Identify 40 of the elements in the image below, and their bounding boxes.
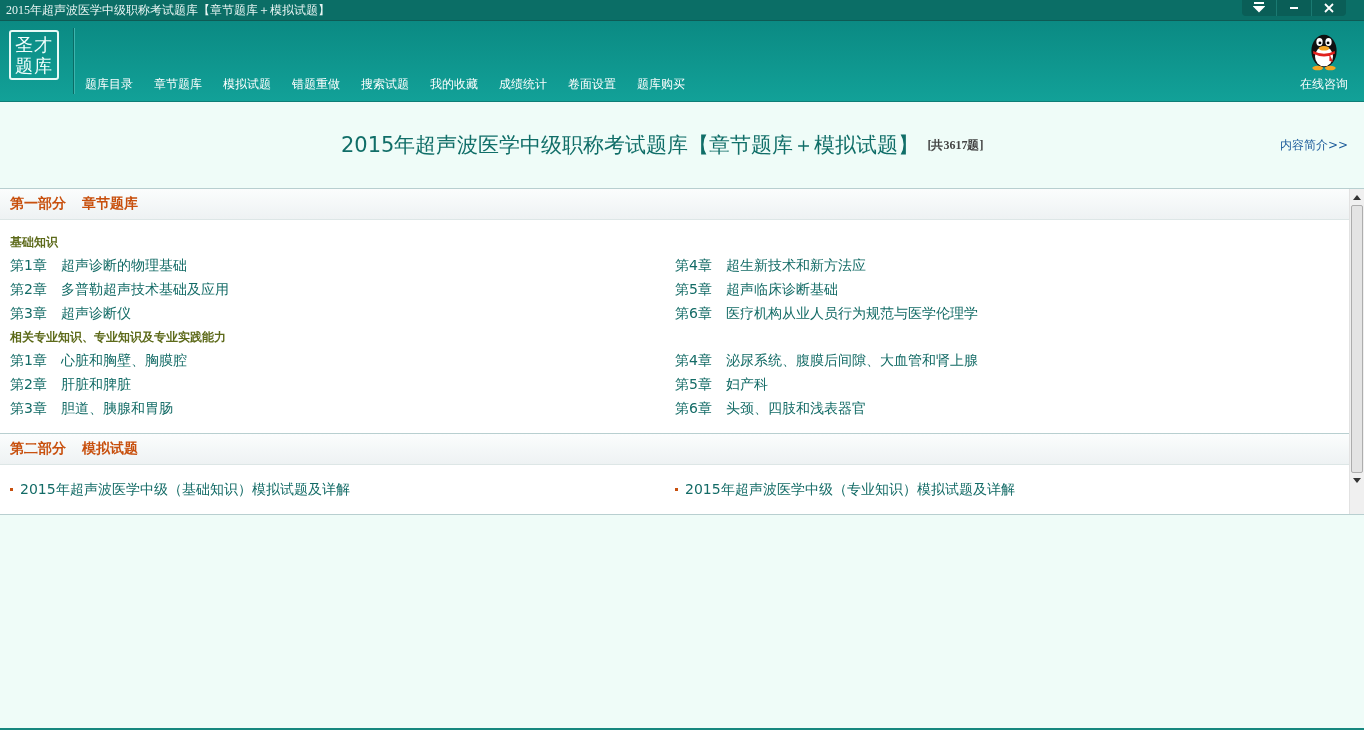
exam-link[interactable]: 2015年超声波医学中级（基础知识）模拟试题及详解 xyxy=(20,479,350,499)
chapter-link[interactable]: 第4章 超生新技术和新方法应 xyxy=(675,255,1349,275)
chapter-link[interactable]: 第4章 泌尿系统、腹膜后间隙、大血管和肾上腺 xyxy=(675,350,1349,370)
nav-item[interactable]: 题库目录 xyxy=(85,76,133,93)
chapter-link[interactable]: 第5章 妇产科 xyxy=(675,374,1349,394)
section-title: 章节题库 xyxy=(82,195,138,213)
nav-item[interactable]: 章节题库 xyxy=(154,76,202,93)
chapter-link[interactable]: 第3章 超声诊断仪 xyxy=(10,303,675,323)
exam-link[interactable]: 2015年超声波医学中级（专业知识）模拟试题及详解 xyxy=(685,479,1015,499)
section-part: 第一部分 xyxy=(10,195,66,213)
down-arrow-icon xyxy=(1353,478,1361,484)
logo-text: 圣才 xyxy=(15,33,53,55)
bullet-icon xyxy=(675,487,678,491)
group-heading: 相关专业知识、专业知识及专业实践能力 xyxy=(10,329,227,346)
intro-link[interactable]: 内容简介>> xyxy=(1279,136,1348,154)
nav-item[interactable]: 错题重做 xyxy=(292,76,340,93)
section-part: 第二部分 xyxy=(10,440,66,458)
logo-text: 题库 xyxy=(15,54,53,76)
nav-item[interactable]: 成绩统计 xyxy=(499,76,547,93)
section-title: 模拟试题 xyxy=(82,440,138,458)
chapter-link[interactable]: 第1章 超声诊断的物理基础 xyxy=(10,255,675,275)
question-count: [共3617题] xyxy=(927,136,984,154)
chapter-link[interactable]: 第6章 头颈、四肢和浅表器官 xyxy=(675,398,1349,418)
bullet-icon xyxy=(10,487,13,491)
consult-button[interactable]: 在线咨询 xyxy=(1300,31,1348,101)
chapter-link[interactable]: 第2章 肝脏和脾脏 xyxy=(10,374,675,394)
chapter-link[interactable]: 第6章 医疗机构从业人员行为规范与医学伦理学 xyxy=(675,303,1349,323)
close-icon xyxy=(1323,2,1335,14)
dropdown-icon xyxy=(1253,2,1265,14)
chapter-link[interactable]: 第5章 超声临床诊断基础 xyxy=(675,279,1349,299)
group-heading: 基础知识 xyxy=(10,234,59,251)
chapter-link[interactable]: 第2章 多普勒超声技术基础及应用 xyxy=(10,279,675,299)
page-title: 2015年超声波医学中级职称考试题库【章节题库＋模拟试题】 xyxy=(341,132,920,159)
scroll-thumb[interactable] xyxy=(1351,205,1363,473)
chapter-link[interactable]: 第1章 心脏和胸壁、胸膜腔 xyxy=(10,350,675,370)
chapter-link[interactable]: 第3章 胆道、胰腺和胃肠 xyxy=(10,398,675,418)
nav-item[interactable]: 题库购买 xyxy=(637,76,685,93)
window-title: 2015年超声波医学中级职称考试题库【章节题库＋模拟试题】 xyxy=(5,1,330,19)
scrollbar[interactable] xyxy=(1349,189,1364,514)
up-arrow-icon xyxy=(1353,194,1361,200)
